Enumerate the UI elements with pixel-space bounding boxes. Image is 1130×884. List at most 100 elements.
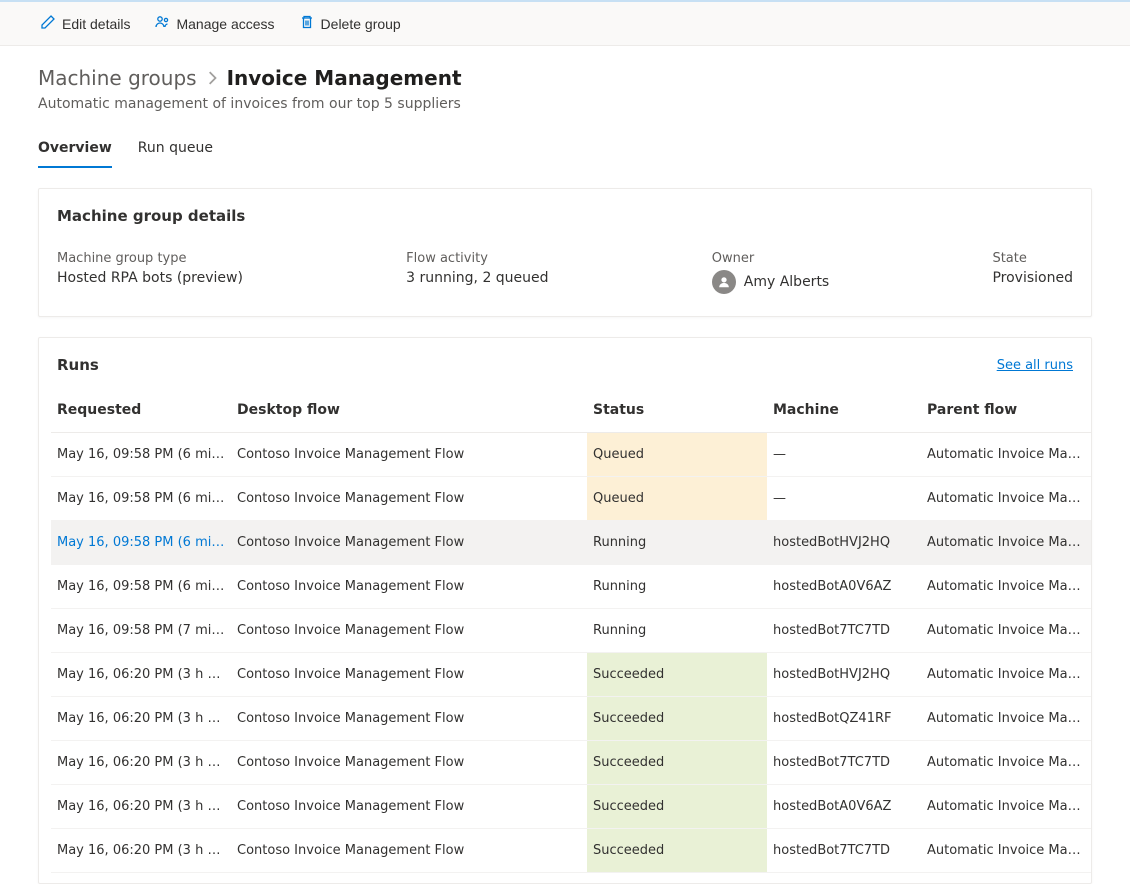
cell-requested: May 16, 09:58 PM (6 min ago) (51, 521, 231, 565)
cell-desktop-flow: Contoso Invoice Management Flow (231, 829, 587, 873)
details-grid: Machine group type Hosted RPA bots (prev… (57, 251, 1073, 294)
cell-desktop-flow: Contoso Invoice Management Flow (231, 697, 587, 741)
table-row[interactable]: May 16, 06:20 PM (3 h ago)Contoso Invoic… (51, 829, 1091, 873)
cell-requested: May 16, 09:58 PM (6 min ago) (51, 565, 231, 609)
cell-status: Succeeded (587, 829, 767, 873)
cell-parent-flow: Automatic Invoice Manage... (921, 477, 1091, 521)
cell-status: Queued (587, 433, 767, 477)
detail-state-value: Provisioned (992, 270, 1073, 286)
table-row[interactable]: May 16, 09:58 PM (6 min ago)Contoso Invo… (51, 521, 1091, 565)
detail-activity-value: 3 running, 2 queued (406, 270, 548, 286)
avatar-icon (712, 270, 736, 294)
detail-type: Machine group type Hosted RPA bots (prev… (57, 251, 243, 294)
cell-status: Succeeded (587, 741, 767, 785)
breadcrumb-parent[interactable]: Machine groups (38, 66, 197, 90)
cell-parent-flow: Automatic Invoice Manage... (921, 785, 1091, 829)
delete-group-label: Delete group (321, 16, 401, 32)
table-row[interactable]: May 16, 06:20 PM (3 h ago)Contoso Invoic… (51, 785, 1091, 829)
col-desktop-flow[interactable]: Desktop flow (231, 394, 587, 433)
tab-overview[interactable]: Overview (38, 134, 112, 168)
cell-machine: hostedBot7TC7TD (767, 829, 921, 873)
cell-desktop-flow: Contoso Invoice Management Flow (231, 741, 587, 785)
cell-desktop-flow: Contoso Invoice Management Flow (231, 653, 587, 697)
table-row[interactable]: May 16, 09:58 PM (7 min ago)Contoso Invo… (51, 609, 1091, 653)
details-card-title: Machine group details (57, 207, 1073, 225)
cell-desktop-flow: Contoso Invoice Management Flow (231, 785, 587, 829)
table-row[interactable]: May 16, 06:20 PM (3 h ago)Contoso Invoic… (51, 697, 1091, 741)
cell-parent-flow: Automatic Invoice Manage... (921, 521, 1091, 565)
cell-requested: May 16, 06:20 PM (3 h ago) (51, 653, 231, 697)
cell-requested: May 16, 06:20 PM (3 h ago) (51, 697, 231, 741)
cell-requested: May 16, 09:58 PM (6 min ago) (51, 477, 231, 521)
cell-machine: hostedBotHVJ2HQ (767, 521, 921, 565)
detail-state-label: State (992, 251, 1073, 266)
cell-desktop-flow: Contoso Invoice Management Flow (231, 477, 587, 521)
cell-desktop-flow: Contoso Invoice Management Flow (231, 609, 587, 653)
cell-requested: May 16, 06:20 PM (3 h ago) (51, 785, 231, 829)
runs-title: Runs (57, 356, 99, 374)
cell-desktop-flow: Contoso Invoice Management Flow (231, 433, 587, 477)
toolbar: Edit details Manage access Delete group (0, 2, 1130, 46)
main-content: Machine groups Invoice Management Automa… (0, 46, 1130, 884)
cell-machine: hostedBot7TC7TD (767, 741, 921, 785)
cell-machine: hostedBotQZ41RF (767, 697, 921, 741)
pencil-icon (40, 14, 56, 33)
cell-machine: hostedBotHVJ2HQ (767, 653, 921, 697)
delete-group-button[interactable]: Delete group (297, 10, 403, 37)
cell-status: Succeeded (587, 785, 767, 829)
cell-status: Running (587, 565, 767, 609)
manage-access-button[interactable]: Manage access (152, 10, 276, 37)
group-description: Automatic management of invoices from ou… (38, 96, 1092, 112)
cell-machine: — (767, 477, 921, 521)
see-all-runs-link[interactable]: See all runs (997, 358, 1073, 373)
cell-status: Running (587, 609, 767, 653)
cell-machine: hostedBotA0V6AZ (767, 785, 921, 829)
chevron-right-icon (207, 66, 217, 90)
detail-owner: Owner Amy Alberts (712, 251, 829, 294)
detail-owner-label: Owner (712, 251, 829, 266)
col-parent-flow[interactable]: Parent flow (921, 394, 1091, 433)
edit-details-button[interactable]: Edit details (38, 10, 132, 37)
cell-desktop-flow: Contoso Invoice Management Flow (231, 521, 587, 565)
cell-status: Succeeded (587, 653, 767, 697)
tabs: Overview Run queue (38, 134, 1092, 168)
detail-state: State Provisioned (992, 251, 1073, 294)
cell-parent-flow: Automatic Invoice Manage... (921, 653, 1091, 697)
cell-requested: May 16, 06:20 PM (3 h ago) (51, 829, 231, 873)
manage-access-label: Manage access (176, 16, 274, 32)
cell-parent-flow: Automatic Invoice Manage... (921, 697, 1091, 741)
table-row[interactable]: May 16, 06:20 PM (3 h ago)Contoso Invoic… (51, 741, 1091, 785)
detail-activity-label: Flow activity (406, 251, 548, 266)
detail-activity: Flow activity 3 running, 2 queued (406, 251, 548, 294)
cell-status: Queued (587, 477, 767, 521)
table-row[interactable]: May 16, 09:58 PM (6 min ago)Contoso Invo… (51, 433, 1091, 477)
cell-requested: May 16, 09:58 PM (6 min ago) (51, 433, 231, 477)
cell-requested: May 16, 06:20 PM (3 h ago) (51, 741, 231, 785)
detail-type-value: Hosted RPA bots (preview) (57, 270, 243, 286)
details-card: Machine group details Machine group type… (38, 188, 1092, 317)
edit-details-label: Edit details (62, 16, 130, 32)
cell-machine: hostedBot7TC7TD (767, 609, 921, 653)
col-machine[interactable]: Machine (767, 394, 921, 433)
cell-requested: May 16, 09:58 PM (7 min ago) (51, 609, 231, 653)
cell-desktop-flow: Contoso Invoice Management Flow (231, 565, 587, 609)
breadcrumb: Machine groups Invoice Management (38, 66, 1092, 90)
cell-parent-flow: Automatic Invoice Manage... (921, 433, 1091, 477)
cell-parent-flow: Automatic Invoice Manage... (921, 741, 1091, 785)
trash-icon (299, 14, 315, 33)
table-row[interactable]: May 16, 09:58 PM (6 min ago)Contoso Invo… (51, 565, 1091, 609)
tab-run-queue[interactable]: Run queue (138, 134, 213, 168)
table-row[interactable]: May 16, 06:20 PM (3 h ago)Contoso Invoic… (51, 653, 1091, 697)
runs-header: Runs See all runs (39, 338, 1091, 394)
people-icon (154, 14, 170, 33)
cell-machine: — (767, 433, 921, 477)
cell-parent-flow: Automatic Invoice Manage... (921, 829, 1091, 873)
cell-machine: hostedBotA0V6AZ (767, 565, 921, 609)
runs-card: Runs See all runs Requested Desktop flow… (38, 337, 1092, 884)
table-row[interactable]: May 16, 09:58 PM (6 min ago)Contoso Invo… (51, 477, 1091, 521)
detail-type-label: Machine group type (57, 251, 243, 266)
col-status[interactable]: Status (587, 394, 767, 433)
cell-parent-flow: Automatic Invoice Manage... (921, 565, 1091, 609)
col-requested[interactable]: Requested (51, 394, 231, 433)
breadcrumb-current: Invoice Management (227, 66, 462, 90)
